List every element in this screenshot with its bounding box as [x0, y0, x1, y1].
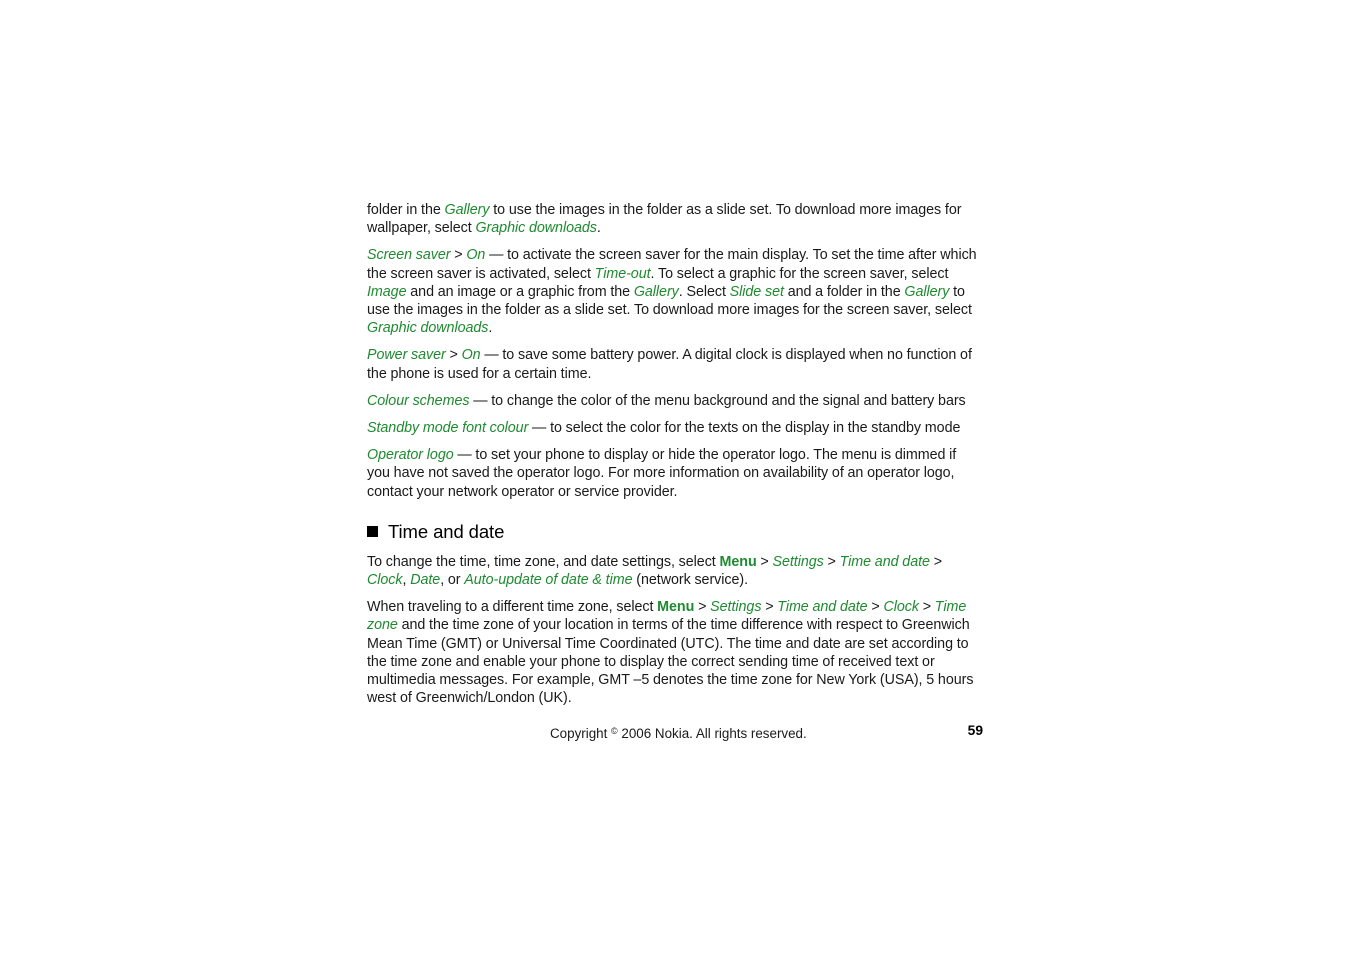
ui-term: Settings: [710, 599, 762, 616]
body-text: (network service).: [632, 572, 749, 589]
body-text: .: [596, 220, 601, 237]
body-text: >: [929, 553, 942, 570]
body-text: . Select: [678, 283, 730, 300]
copyright-prefix: Copyright: [550, 726, 612, 741]
paragraph-wallpaper-folder: folder in the Gallery to use the images …: [367, 201, 980, 237]
paragraph-operator-logo: Operator logo — to set your phone to dis…: [367, 446, 980, 501]
ui-term: Operator logo: [367, 447, 454, 464]
ui-term: Date: [410, 572, 441, 589]
page-number: 59: [967, 723, 983, 738]
body-text: >: [694, 599, 711, 616]
ui-term: On: [461, 347, 481, 364]
body-text: >: [450, 247, 467, 264]
ui-term: Auto-update of date & time: [464, 572, 633, 589]
paragraph-screen-saver: Screen saver > On — to activate the scre…: [367, 246, 980, 337]
body-text: .: [488, 320, 493, 337]
section-heading: Time and date: [367, 521, 980, 543]
body-text: — to change the color of the menu backgr…: [469, 392, 966, 409]
page-body: folder in the Gallery to use the images …: [367, 201, 980, 716]
paragraph-standby-mode-font-colour: Standby mode font colour — to select the…: [367, 419, 980, 437]
body-text: . To select a graphic for the screen sav…: [650, 265, 949, 282]
body-text: >: [823, 553, 840, 570]
ui-term: Graphic downloads: [367, 320, 489, 337]
ui-term: Slide set: [729, 283, 784, 300]
square-bullet-icon: [367, 526, 378, 538]
body-text: >: [445, 347, 462, 364]
document-page: folder in the Gallery to use the images …: [0, 0, 1351, 954]
ui-term: Image: [367, 283, 407, 300]
ui-term-menu: Menu: [719, 553, 757, 570]
ui-term: Gallery: [633, 283, 679, 300]
body-text: >: [756, 553, 773, 570]
body-text: and an image or a graphic from the: [406, 283, 634, 300]
ui-term: Time and date: [777, 599, 868, 616]
body-text: >: [918, 599, 935, 616]
ui-term: Clock: [883, 599, 919, 616]
body-text: >: [867, 599, 884, 616]
ui-term: Clock: [367, 572, 403, 589]
paragraph-power-saver: Power saver > On — to save some battery …: [367, 346, 980, 382]
body-text: — to select the color for the texts on t…: [528, 420, 961, 437]
ui-term: Gallery: [444, 202, 490, 218]
ui-term: Colour schemes: [367, 392, 470, 409]
ui-term: Standby mode font colour: [367, 420, 529, 437]
ui-term: On: [466, 247, 486, 264]
body-text: When traveling to a different time zone,…: [367, 599, 658, 616]
ui-term: Power saver: [367, 347, 446, 364]
page-footer: Copyright © 2006 Nokia. All rights reser…: [367, 722, 983, 743]
body-text: folder in the: [367, 202, 445, 218]
copyright-notice: Copyright © 2006 Nokia. All rights reser…: [550, 722, 807, 743]
ui-term: Time-out: [594, 265, 651, 282]
body-text: — to set your phone to display or hide t…: [367, 447, 957, 500]
body-text: >: [761, 599, 778, 616]
paragraph-colour-schemes: Colour schemes — to change the color of …: [367, 392, 980, 410]
paragraph-traveling-time-zone: When traveling to a different time zone,…: [367, 598, 980, 707]
section-heading-label: Time and date: [388, 520, 505, 542]
ui-term: Graphic downloads: [475, 220, 597, 237]
ui-term: Time and date: [839, 553, 930, 570]
body-text: and a folder in the: [783, 283, 905, 300]
copyright-symbol: ©: [611, 726, 618, 736]
ui-term: Screen saver: [367, 247, 451, 264]
copyright-suffix: 2006 Nokia. All rights reserved.: [617, 726, 807, 741]
ui-term-menu: Menu: [657, 599, 695, 616]
body-text: and the time zone of your location in te…: [367, 617, 974, 707]
section-time-and-date: Time and date: [367, 521, 980, 543]
body-text: , or: [440, 572, 465, 589]
body-text: To change the time, time zone, and date …: [367, 553, 720, 570]
ui-term: Settings: [772, 553, 824, 570]
ui-term: Gallery: [904, 283, 950, 300]
paragraph-change-time-settings: To change the time, time zone, and date …: [367, 553, 980, 589]
